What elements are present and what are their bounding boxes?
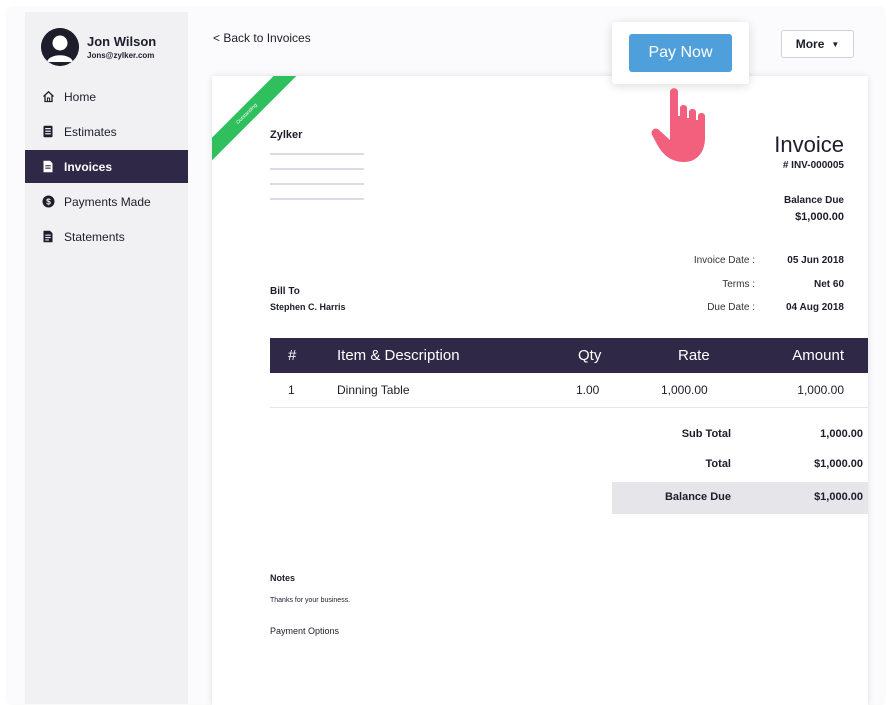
address-placeholder-line bbox=[270, 153, 364, 155]
pay-now-card: Pay Now bbox=[612, 22, 749, 84]
estimate-icon bbox=[41, 125, 55, 139]
terms-value: Net 60 bbox=[813, 279, 844, 290]
home-icon bbox=[41, 90, 55, 104]
sidebar-item-label: Payments Made bbox=[64, 194, 151, 209]
item-qty: 1.00 bbox=[576, 383, 600, 397]
total-label: Total bbox=[705, 458, 731, 470]
column-header-qty: Qty bbox=[578, 347, 602, 364]
user-avatar-icon bbox=[41, 28, 79, 66]
final-balance-due-label: Balance Due bbox=[664, 491, 731, 503]
status-ribbon-label: Outstanding bbox=[235, 102, 259, 126]
item-num: 1 bbox=[288, 383, 295, 397]
terms-label: Terms : bbox=[722, 279, 755, 290]
due-date-label: Due Date : bbox=[707, 302, 755, 313]
column-header-item: Item & Description bbox=[337, 347, 460, 364]
sidebar-nav: Home Estimates Invoices $ Payments Made … bbox=[25, 80, 188, 255]
sub-total-label: Sub Total bbox=[681, 428, 731, 440]
sidebar-item-estimates[interactable]: Estimates bbox=[25, 115, 188, 148]
user-name: Jon Wilson bbox=[87, 34, 157, 49]
dollar-circle-icon: $ bbox=[41, 195, 55, 209]
pointing-hand-icon bbox=[651, 88, 705, 162]
invoice-title: Invoice bbox=[774, 132, 844, 157]
pay-now-button[interactable]: Pay Now bbox=[629, 34, 732, 72]
sidebar-item-label: Statements bbox=[64, 229, 125, 244]
svg-text:$: $ bbox=[46, 197, 51, 207]
statement-icon bbox=[41, 230, 55, 244]
address-placeholder-line bbox=[270, 183, 364, 185]
table-row: 1 Dinning Table 1.00 1,000.00 1,000.00 bbox=[270, 373, 868, 408]
invoice-number: # INV-000005 bbox=[782, 160, 844, 171]
sidebar-item-home[interactable]: Home bbox=[25, 80, 188, 113]
column-header-amount: Amount bbox=[792, 347, 844, 364]
sidebar-item-statements[interactable]: Statements bbox=[25, 220, 188, 253]
items-table-header: # Item & Description Qty Rate Amount bbox=[270, 338, 868, 373]
sidebar-item-label: Home bbox=[64, 89, 97, 104]
invoice-date-value: 05 Jun 2018 bbox=[787, 255, 844, 266]
final-balance-due-value: $1,000.00 bbox=[814, 491, 863, 503]
address-placeholder-line bbox=[270, 198, 364, 200]
notes-text: Thanks for your business. bbox=[270, 597, 351, 604]
column-header-rate: Rate bbox=[678, 347, 710, 364]
more-button-label: More bbox=[795, 37, 825, 51]
balance-due-value: $1,000.00 bbox=[795, 211, 844, 223]
bill-to-name: Stephen C. Harris bbox=[270, 302, 346, 312]
item-amount: 1,000.00 bbox=[797, 383, 844, 397]
sidebar-item-label: Estimates bbox=[64, 124, 117, 139]
avatar bbox=[41, 28, 79, 66]
invoice-icon bbox=[41, 160, 55, 174]
more-button[interactable]: More ▼ bbox=[781, 30, 854, 58]
sub-total-value: 1,000.00 bbox=[820, 428, 863, 440]
user-email: Jons@zylker.com bbox=[87, 51, 155, 60]
sidebar-item-label: Invoices bbox=[64, 159, 113, 174]
sidebar-item-invoices[interactable]: Invoices bbox=[25, 150, 188, 183]
chevron-down-icon: ▼ bbox=[831, 39, 840, 49]
user-profile[interactable]: Jon Wilson Jons@zylker.com bbox=[41, 28, 156, 66]
invoice-date-label: Invoice Date : bbox=[693, 255, 755, 266]
due-date-value: 04 Aug 2018 bbox=[786, 302, 844, 313]
bill-to-label: Bill To bbox=[270, 286, 300, 297]
sidebar-item-payments-made[interactable]: $ Payments Made bbox=[25, 185, 188, 218]
total-value: $1,000.00 bbox=[814, 458, 863, 470]
notes-heading: Notes bbox=[270, 573, 296, 583]
organization-name: Zylker bbox=[270, 129, 303, 141]
column-header-num: # bbox=[288, 347, 297, 364]
payment-options-label: Payment Options bbox=[270, 626, 340, 636]
back-to-invoices-link[interactable]: < Back to Invoices bbox=[213, 31, 311, 45]
item-description: Dinning Table bbox=[337, 383, 410, 397]
balance-due-label: Balance Due bbox=[783, 195, 844, 206]
sidebar: Jon Wilson Jons@zylker.com Home Estimate… bbox=[25, 12, 188, 704]
address-placeholder-line bbox=[270, 168, 364, 170]
item-rate: 1,000.00 bbox=[661, 383, 708, 397]
